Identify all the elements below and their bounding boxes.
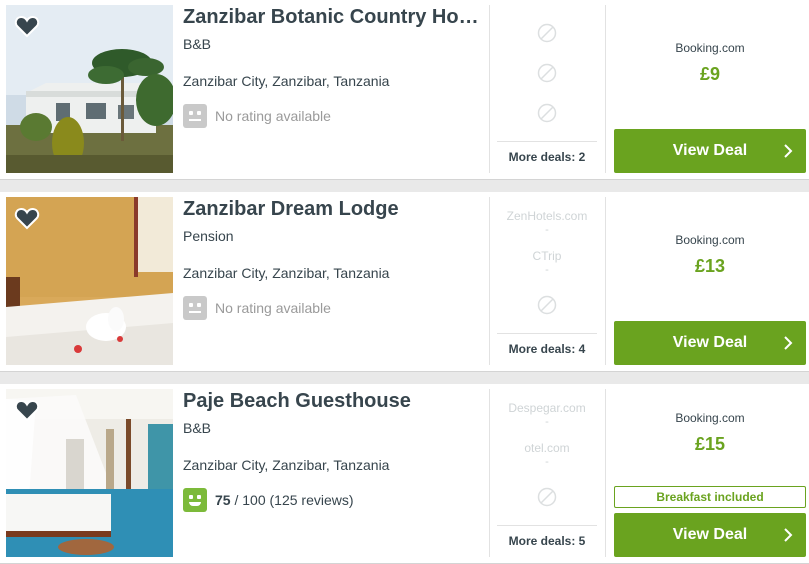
deal-provider: Booking.com <box>675 41 745 55</box>
hotel-photo[interactable] <box>6 197 173 365</box>
more-deals-link[interactable]: More deals: 2 <box>497 141 597 173</box>
hotel-card: Paje Beach Guesthouse B&B Zanzibar City,… <box>0 384 809 564</box>
favorite-heart-icon[interactable] <box>14 205 40 231</box>
hotel-card: Zanzibar Dream Lodge Pension Zanzibar Ci… <box>0 192 809 372</box>
other-deal-provider[interactable]: Despegar.com <box>497 401 597 415</box>
hotel-location[interactable]: Zanzibar City, Zanzibar, Tanzania <box>183 265 483 283</box>
other-deal-price-placeholder: - <box>545 416 549 428</box>
deal-price[interactable]: £9 <box>614 64 806 85</box>
divider <box>489 5 490 173</box>
accommodation-type: B&B <box>183 420 212 436</box>
hotel-location[interactable]: Zanzibar City, Zanzibar, Tanzania <box>183 457 483 475</box>
hotel-name-link[interactable]: Zanzibar Dream Lodge <box>183 197 483 221</box>
rating-block: No rating available <box>183 104 483 128</box>
divider <box>489 197 490 365</box>
other-deals: More deals: 2 <box>497 5 597 173</box>
rating-score: 75 / 100 (125 reviews) <box>215 492 354 508</box>
hotel-info: Zanzibar Botanic Country House B&B Zanzi… <box>183 5 483 128</box>
other-deals: ZenHotels.com - CTrip - More deals: 4 <box>497 197 597 365</box>
hotel-name-link[interactable]: Paje Beach Guesthouse <box>183 389 483 413</box>
chevron-right-icon <box>780 335 796 351</box>
deal-provider: Booking.com <box>675 411 745 425</box>
view-deal-label: View Deal <box>672 334 748 351</box>
review-count: (125 reviews) <box>269 492 354 508</box>
other-deal-provider[interactable]: CTrip <box>497 249 597 263</box>
hotel-name-link[interactable]: Zanzibar Botanic Country House <box>183 5 483 29</box>
hotel-location[interactable]: Zanzibar City, Zanzibar, Tanzania <box>183 73 483 91</box>
hotel-photo[interactable] <box>6 389 173 557</box>
chevron-right-icon <box>780 143 796 159</box>
view-deal-button[interactable]: View Deal <box>614 513 806 557</box>
no-deal-icon <box>537 63 557 83</box>
accommodation-type: B&B <box>183 36 212 52</box>
neutral-face-icon <box>183 104 207 128</box>
hotel-results-list: Zanzibar Botanic Country House B&B Zanzi… <box>0 0 809 564</box>
hotel-photo[interactable] <box>6 5 173 173</box>
favorite-heart-icon[interactable] <box>14 13 40 39</box>
breakfast-included-badge: Breakfast included <box>614 486 806 508</box>
other-deal-price-placeholder: - <box>545 224 549 236</box>
divider <box>605 5 606 173</box>
divider <box>489 389 490 557</box>
best-offer: Booking.com £9 View Deal <box>614 5 806 173</box>
hotel-card: Zanzibar Botanic Country House B&B Zanzi… <box>0 0 809 180</box>
rating-value: 75 <box>215 492 231 508</box>
rating-block: No rating available <box>183 296 483 320</box>
hotel-info: Paje Beach Guesthouse B&B Zanzibar City,… <box>183 389 483 512</box>
other-deals: Despegar.com - otel.com - More deals: 5 <box>497 389 597 557</box>
view-deal-button[interactable]: View Deal <box>614 321 806 365</box>
divider <box>605 197 606 365</box>
other-deal-price-placeholder: - <box>545 264 549 276</box>
other-deal-price-placeholder: - <box>545 456 549 468</box>
view-deal-button[interactable]: View Deal <box>614 129 806 173</box>
best-offer: Booking.com £15 Breakfast included View … <box>614 389 806 557</box>
rating-block[interactable]: 75 / 100 (125 reviews) <box>183 488 483 512</box>
smiley-face-icon <box>183 488 207 512</box>
other-deal-provider[interactable]: ZenHotels.com <box>497 209 597 223</box>
view-deal-label: View Deal <box>672 526 748 543</box>
more-deals-link[interactable]: More deals: 5 <box>497 525 597 557</box>
rating-text: No rating available <box>215 108 331 124</box>
no-deal-icon <box>537 23 557 43</box>
best-offer: Booking.com £13 View Deal <box>614 197 806 365</box>
rating-text: No rating available <box>215 300 331 316</box>
deal-price[interactable]: £13 <box>614 256 806 277</box>
other-deal-provider[interactable]: otel.com <box>497 441 597 455</box>
neutral-face-icon <box>183 296 207 320</box>
no-deal-icon <box>537 103 557 123</box>
view-deal-label: View Deal <box>672 142 748 159</box>
more-deals-link[interactable]: More deals: 4 <box>497 333 597 365</box>
chevron-right-icon <box>780 527 796 543</box>
divider <box>605 389 606 557</box>
no-deal-icon <box>537 295 557 315</box>
deal-price[interactable]: £15 <box>614 434 806 455</box>
accommodation-type: Pension <box>183 228 234 244</box>
deal-provider: Booking.com <box>675 233 745 247</box>
no-deal-icon <box>537 487 557 507</box>
rating-scale: / 100 <box>234 492 266 508</box>
hotel-info: Zanzibar Dream Lodge Pension Zanzibar Ci… <box>183 197 483 320</box>
favorite-heart-icon[interactable] <box>14 397 40 423</box>
